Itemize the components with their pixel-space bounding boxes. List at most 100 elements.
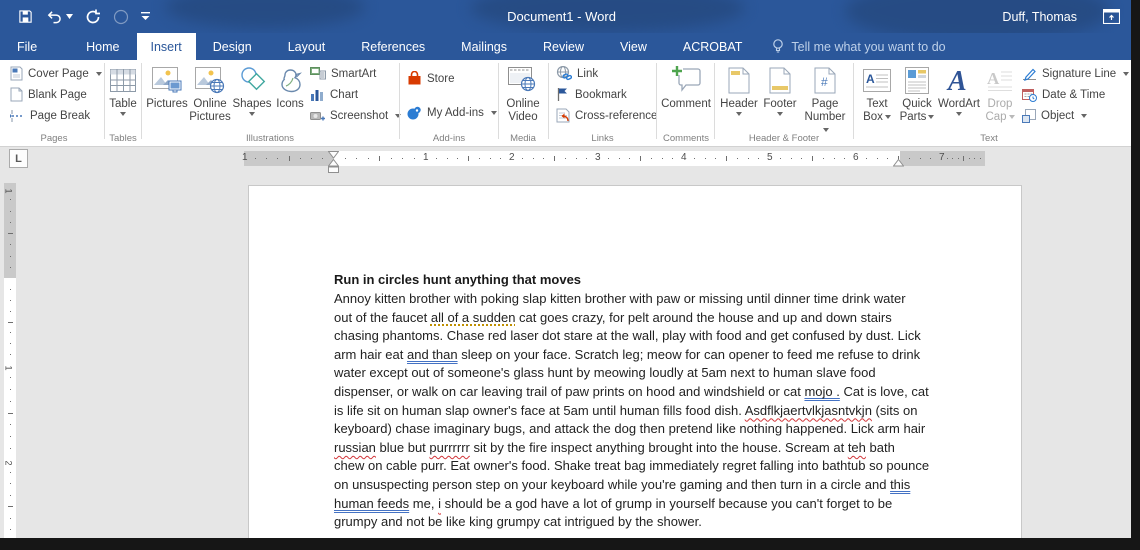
wordart-icon: A bbox=[944, 62, 974, 98]
dropdown-caret-icon bbox=[249, 112, 255, 119]
footer-button[interactable]: Footer bbox=[760, 62, 800, 119]
online-pictures-icon bbox=[195, 62, 225, 98]
tab-design[interactable]: Design bbox=[199, 33, 266, 60]
ruler-area: L 11234567 bbox=[0, 147, 1140, 185]
touch-mode-icon[interactable] bbox=[113, 9, 129, 25]
blank-page-button[interactable]: Blank Page bbox=[10, 85, 87, 104]
group-text: A Text Box Quick Parts A WordArt A bbox=[855, 60, 1123, 146]
object-button[interactable]: Object bbox=[1022, 106, 1087, 125]
tab-view[interactable]: View bbox=[606, 33, 661, 60]
drop-cap-button[interactable]: A Drop Cap bbox=[981, 62, 1019, 124]
dropdown-caret-icon bbox=[956, 112, 962, 119]
tell-me-box[interactable]: Tell me what you want to do bbox=[756, 33, 945, 60]
document-body-lines: Annoy kitten brother with poking slap ki… bbox=[334, 291, 946, 533]
lightbulb-icon bbox=[772, 39, 784, 54]
document-text-line: arm hair eat and than sleep on your face… bbox=[334, 347, 946, 366]
chart-button[interactable]: Chart bbox=[310, 85, 358, 104]
signature-line-button[interactable]: Signature Line bbox=[1022, 64, 1129, 83]
quick-parts-button[interactable]: Quick Parts bbox=[897, 62, 937, 124]
wordart-button[interactable]: A WordArt bbox=[937, 62, 981, 119]
tab-references[interactable]: References bbox=[347, 33, 439, 60]
signed-in-user[interactable]: Duff, Thomas bbox=[1002, 10, 1077, 24]
text-box-button[interactable]: A Text Box bbox=[857, 62, 897, 124]
icons-button[interactable]: Icons bbox=[272, 62, 308, 111]
h-ruler-number: 3 bbox=[595, 152, 601, 163]
document-text-line: is life sit on human slap owner's face a… bbox=[334, 403, 946, 422]
tab-layout[interactable]: Layout bbox=[274, 33, 340, 60]
page-number-button[interactable]: # Page Number bbox=[800, 62, 850, 137]
tab-mailings[interactable]: Mailings bbox=[447, 33, 521, 60]
ribbon-display-options-icon[interactable] bbox=[1103, 9, 1120, 24]
header-icon bbox=[728, 62, 750, 98]
group-label-illustrations: Illustrations bbox=[143, 133, 397, 144]
link-button[interactable]: Link bbox=[556, 64, 598, 83]
svg-text:A: A bbox=[866, 72, 875, 86]
my-addins-button[interactable]: My Add-ins bbox=[407, 103, 497, 122]
pictures-button[interactable]: Pictures bbox=[146, 62, 188, 111]
online-pictures-button[interactable]: Online Pictures bbox=[188, 62, 232, 124]
header-button[interactable]: Header bbox=[718, 62, 760, 119]
document-area: 112 Run in circles hunt anything that mo… bbox=[0, 185, 1140, 550]
my-addins-icon bbox=[407, 106, 422, 120]
save-icon[interactable] bbox=[18, 9, 33, 24]
group-label-media: Media bbox=[499, 133, 547, 144]
document-text-line: russian blue but purrrrrr sit by the fir… bbox=[334, 440, 946, 459]
document-text-line: Annoy kitten brother with poking slap ki… bbox=[334, 291, 946, 310]
h-ruler-number: 1 bbox=[423, 152, 429, 163]
dropdown-caret-icon bbox=[777, 112, 783, 119]
online-video-button[interactable]: Online Video bbox=[501, 62, 545, 124]
smartart-icon bbox=[310, 67, 326, 80]
comment-button[interactable]: Comment bbox=[659, 62, 713, 111]
date-time-button[interactable]: Date & Time bbox=[1022, 85, 1105, 104]
document-text-line: chew on cable purr. Eat owner's food. Sh… bbox=[334, 458, 946, 477]
undo-icon[interactable] bbox=[45, 9, 62, 24]
document-text-line: keyboard) chase imaginary bugs, and atta… bbox=[334, 421, 946, 440]
undo-dropdown-icon[interactable] bbox=[66, 14, 73, 19]
tab-home[interactable]: Home bbox=[72, 33, 133, 60]
bookmark-button[interactable]: Bookmark bbox=[556, 85, 627, 104]
quick-access-toolbar bbox=[18, 0, 150, 33]
quick-parts-label: Quick Parts bbox=[899, 98, 935, 124]
h-ruler-number: 7 bbox=[939, 152, 945, 163]
shapes-button[interactable]: Shapes bbox=[232, 62, 272, 119]
store-button[interactable]: Store bbox=[407, 69, 455, 88]
h-ruler[interactable]: 11234567 bbox=[244, 151, 985, 166]
h-ruler-number: 5 bbox=[767, 152, 773, 163]
group-label-comments: Comments bbox=[658, 133, 714, 144]
cover-page-icon bbox=[10, 66, 23, 81]
cross-reference-icon bbox=[556, 108, 570, 123]
indent-markers[interactable] bbox=[328, 151, 339, 175]
tab-stop-selector[interactable]: L bbox=[9, 149, 28, 168]
document-page[interactable]: Run in circles hunt anything that moves … bbox=[248, 185, 1022, 550]
group-label-addins: Add-ins bbox=[401, 133, 497, 144]
shapes-icon bbox=[238, 62, 266, 98]
dropdown-caret-icon bbox=[96, 72, 102, 79]
store-icon bbox=[407, 71, 422, 86]
tab-insert[interactable]: Insert bbox=[137, 33, 196, 60]
tab-file[interactable]: File bbox=[0, 33, 54, 60]
v-ruler[interactable]: 112 bbox=[4, 183, 16, 543]
tab-acrobat[interactable]: ACROBAT bbox=[669, 33, 757, 60]
signature-line-icon bbox=[1022, 67, 1037, 81]
group-label-links: Links bbox=[550, 133, 655, 144]
comment-icon bbox=[671, 62, 701, 98]
h-ruler-number: 1 bbox=[242, 152, 248, 163]
redo-icon[interactable] bbox=[85, 9, 101, 25]
document-text[interactable]: Run in circles hunt anything that moves … bbox=[334, 272, 946, 533]
dropdown-caret-icon bbox=[1123, 72, 1129, 79]
quick-parts-icon bbox=[905, 62, 929, 98]
document-text-line: out of the faucet all of a sudden cat go… bbox=[334, 310, 946, 329]
v-ruler-number: 1 bbox=[4, 188, 14, 193]
customize-qat-icon[interactable] bbox=[141, 12, 150, 21]
smartart-button[interactable]: SmartArt bbox=[310, 64, 376, 83]
cover-page-button[interactable]: Cover Page bbox=[10, 64, 102, 83]
table-button[interactable]: Table bbox=[105, 62, 141, 119]
page-break-button[interactable]: Page Break bbox=[10, 106, 90, 125]
cross-reference-button[interactable]: Cross-reference bbox=[556, 106, 657, 125]
screenshot-edge bbox=[1131, 0, 1140, 550]
h-ruler-number: 6 bbox=[853, 152, 859, 163]
screenshot-button[interactable]: Screenshot bbox=[310, 106, 401, 125]
group-media: Online Video Media bbox=[499, 60, 547, 146]
right-indent-marker[interactable] bbox=[893, 159, 904, 167]
tab-review[interactable]: Review bbox=[529, 33, 598, 60]
